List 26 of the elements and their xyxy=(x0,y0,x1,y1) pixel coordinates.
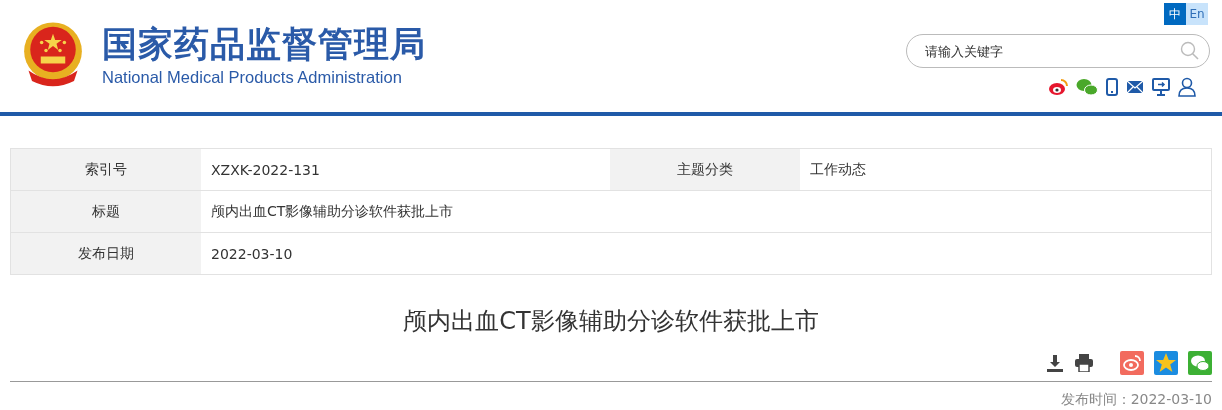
weibo-icon[interactable] xyxy=(1048,78,1068,96)
publish-time: 发布时间：2022-03-10 xyxy=(1059,391,1212,409)
language-tab[interactable]: 中 xyxy=(1164,3,1186,25)
field-label: 索引号 xyxy=(11,149,201,190)
weibo-share-icon[interactable] xyxy=(1120,351,1144,375)
site-subtitle: National Medical Products Administration xyxy=(102,67,403,87)
field-value: 2022-03-10 xyxy=(210,244,294,264)
mail-icon[interactable] xyxy=(1126,80,1144,94)
monitor-icon[interactable] xyxy=(1152,78,1170,96)
site-title: 国家药品监督管理局 xyxy=(102,25,426,64)
star-share-icon[interactable] xyxy=(1154,351,1178,375)
article-title: 颅内出血CT影像辅助分诊软件获批上市 xyxy=(402,306,820,337)
field-value: 颅内出血CT影像辅助分诊软件获批上市 xyxy=(210,201,455,221)
field-label: 标题 xyxy=(11,191,201,232)
wechat-icon[interactable] xyxy=(1076,78,1098,96)
language-tab[interactable]: En xyxy=(1186,3,1208,25)
download-icon[interactable] xyxy=(1046,354,1064,372)
user-icon[interactable] xyxy=(1178,77,1196,97)
field-value: XZXK-2022-131 xyxy=(210,160,321,180)
print-icon[interactable] xyxy=(1074,354,1094,372)
field-value: 工作动态 xyxy=(809,159,867,179)
phone-icon[interactable] xyxy=(1106,78,1118,96)
field-label: 主题分类 xyxy=(610,149,800,190)
wechat-share-icon[interactable] xyxy=(1188,351,1212,375)
field-label: 发布日期 xyxy=(11,233,201,274)
search-field[interactable]: 请输入关键字 xyxy=(906,34,1210,68)
